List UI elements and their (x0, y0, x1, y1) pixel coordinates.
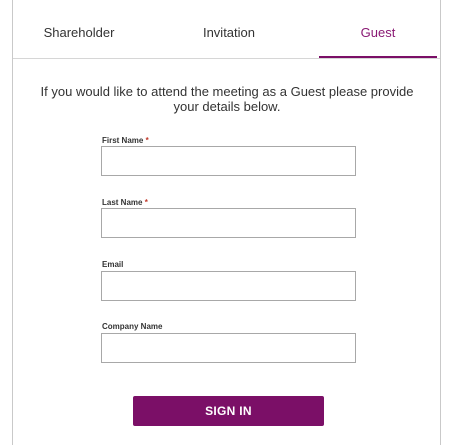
tab-invitation[interactable]: Invitation (170, 0, 288, 58)
sign-in-button[interactable]: SIGN IN (133, 396, 324, 426)
email-input[interactable] (101, 271, 356, 301)
guest-login-panel: Shareholder Invitation Guest If you woul… (12, 0, 441, 445)
guest-intro-text: If you would like to attend the meeting … (40, 84, 414, 114)
email-label: Email (102, 260, 123, 269)
company-name-label-text: Company Name (102, 322, 163, 331)
company-name-input[interactable] (101, 333, 356, 363)
first-name-label: First Name * (102, 136, 149, 145)
last-name-label-text: Last Name (102, 198, 143, 207)
tab-guest[interactable]: Guest (319, 0, 437, 58)
company-name-label: Company Name (102, 322, 162, 331)
last-name-label: Last Name * (102, 198, 148, 207)
email-label-text: Email (102, 260, 124, 269)
login-tabs: Shareholder Invitation Guest (13, 0, 440, 59)
first-name-label-text: First Name (102, 136, 144, 145)
last-name-required-mark: * (144, 198, 148, 207)
tab-shareholder[interactable]: Shareholder (20, 0, 138, 58)
last-name-input[interactable] (101, 208, 356, 238)
first-name-required-mark: * (145, 136, 149, 145)
first-name-input[interactable] (101, 146, 356, 176)
